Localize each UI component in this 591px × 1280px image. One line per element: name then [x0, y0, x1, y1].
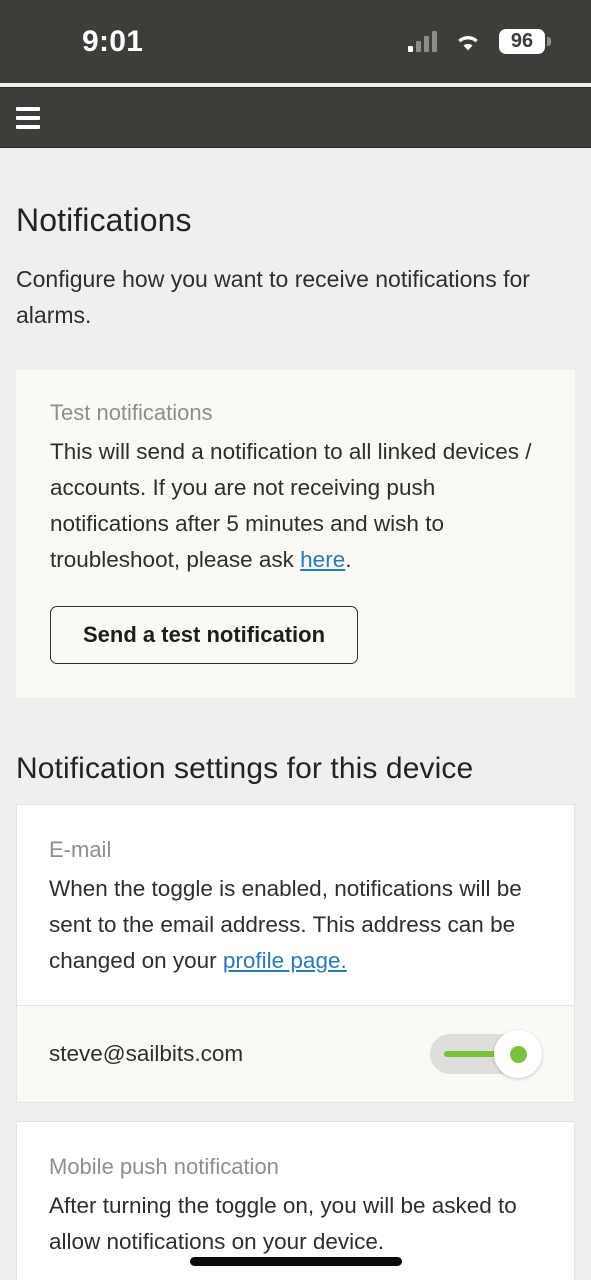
profile-page-link[interactable]: profile page.	[223, 948, 347, 973]
mobile-screen: 9:01 96 Notifications Configure how you …	[0, 0, 591, 1280]
test-notifications-label: Test notifications	[50, 400, 213, 425]
home-indicator	[189, 1257, 402, 1266]
test-notifications-description-text: This will send a notification to all lin…	[50, 439, 532, 572]
email-settings-card: E-mail When the toggle is enabled, notif…	[16, 804, 575, 1104]
troubleshoot-here-link[interactable]: here	[300, 547, 345, 572]
test-notifications-description: This will send a notification to all lin…	[50, 434, 541, 578]
test-notifications-card: Test notifications This will send a noti…	[16, 370, 575, 699]
mobile-push-label: Mobile push notification	[49, 1154, 279, 1180]
status-bar-indicators: 96	[408, 29, 551, 54]
device-settings-section-title: Notification settings for this device	[16, 752, 474, 786]
send-test-notification-button[interactable]: Send a test notification	[50, 606, 359, 665]
mobile-push-description: After turning the toggle on, you will be…	[49, 1193, 517, 1255]
wifi-icon	[454, 31, 482, 52]
battery-level-label: 96	[499, 29, 545, 54]
email-toggle-row: steve@sailbits.com	[17, 1005, 574, 1103]
test-notifications-description-tail: .	[345, 547, 352, 572]
app-bar	[0, 87, 591, 148]
status-bar: 9:01 96	[0, 0, 591, 83]
email-address-value: steve@sailbits.com	[49, 1041, 244, 1067]
page-subtitle: Configure how you want to receive notifi…	[16, 266, 530, 328]
email-notifications-toggle[interactable]	[430, 1030, 542, 1079]
battery-icon: 96	[499, 29, 551, 54]
email-card-label: E-mail	[49, 837, 112, 863]
page-content: Notifications Configure how you want to …	[0, 149, 591, 1280]
email-card-description: When the toggle is enabled, notification…	[49, 871, 542, 979]
cellular-signal-icon	[408, 30, 437, 52]
hamburger-menu-icon[interactable]	[16, 106, 40, 129]
status-bar-time: 9:01	[82, 24, 144, 58]
page-title: Notifications	[16, 202, 192, 238]
toggle-knob	[494, 1030, 542, 1079]
